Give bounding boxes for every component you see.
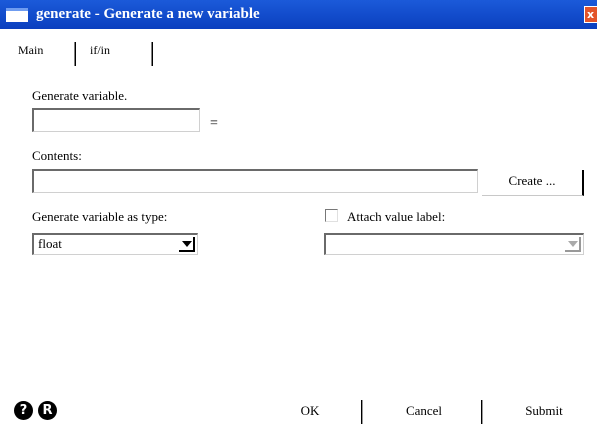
help-icon[interactable]: ?	[14, 401, 33, 420]
type-select[interactable]: float	[32, 233, 198, 255]
submit-button[interactable]: Submit	[494, 398, 594, 424]
generate-variable-label: Generate variable.	[32, 88, 128, 103]
contents-input[interactable]	[32, 169, 478, 193]
variable-name-input[interactable]	[32, 108, 200, 132]
window-title: generate - Generate a new variable	[36, 6, 260, 22]
equals-sign: =	[210, 116, 218, 131]
create-button[interactable]: Create ...	[482, 170, 584, 196]
window-icon	[6, 8, 28, 22]
type-label: Generate variable as type:	[32, 209, 168, 224]
value-label-select	[324, 233, 584, 255]
close-icon[interactable]: x	[584, 6, 597, 23]
reset-icon[interactable]: R	[38, 401, 57, 420]
button-divider	[481, 400, 483, 424]
attach-value-label-label: Attach value label:	[347, 209, 446, 224]
tab-divider	[74, 42, 76, 66]
ok-button[interactable]: OK	[260, 398, 360, 424]
type-select-value: float	[38, 236, 62, 251]
tab-if-in[interactable]: if/in	[84, 40, 158, 64]
cancel-button[interactable]: Cancel	[374, 398, 474, 424]
contents-label: Contents:	[32, 148, 82, 163]
button-divider	[361, 400, 363, 424]
tab-main[interactable]: Main	[14, 40, 68, 64]
tab-divider	[151, 42, 153, 66]
chevron-down-icon[interactable]	[179, 237, 195, 252]
title-bar: generate - Generate a new variable x	[0, 0, 597, 29]
attach-value-label-checkbox[interactable]	[325, 209, 338, 222]
chevron-down-icon	[565, 237, 581, 252]
